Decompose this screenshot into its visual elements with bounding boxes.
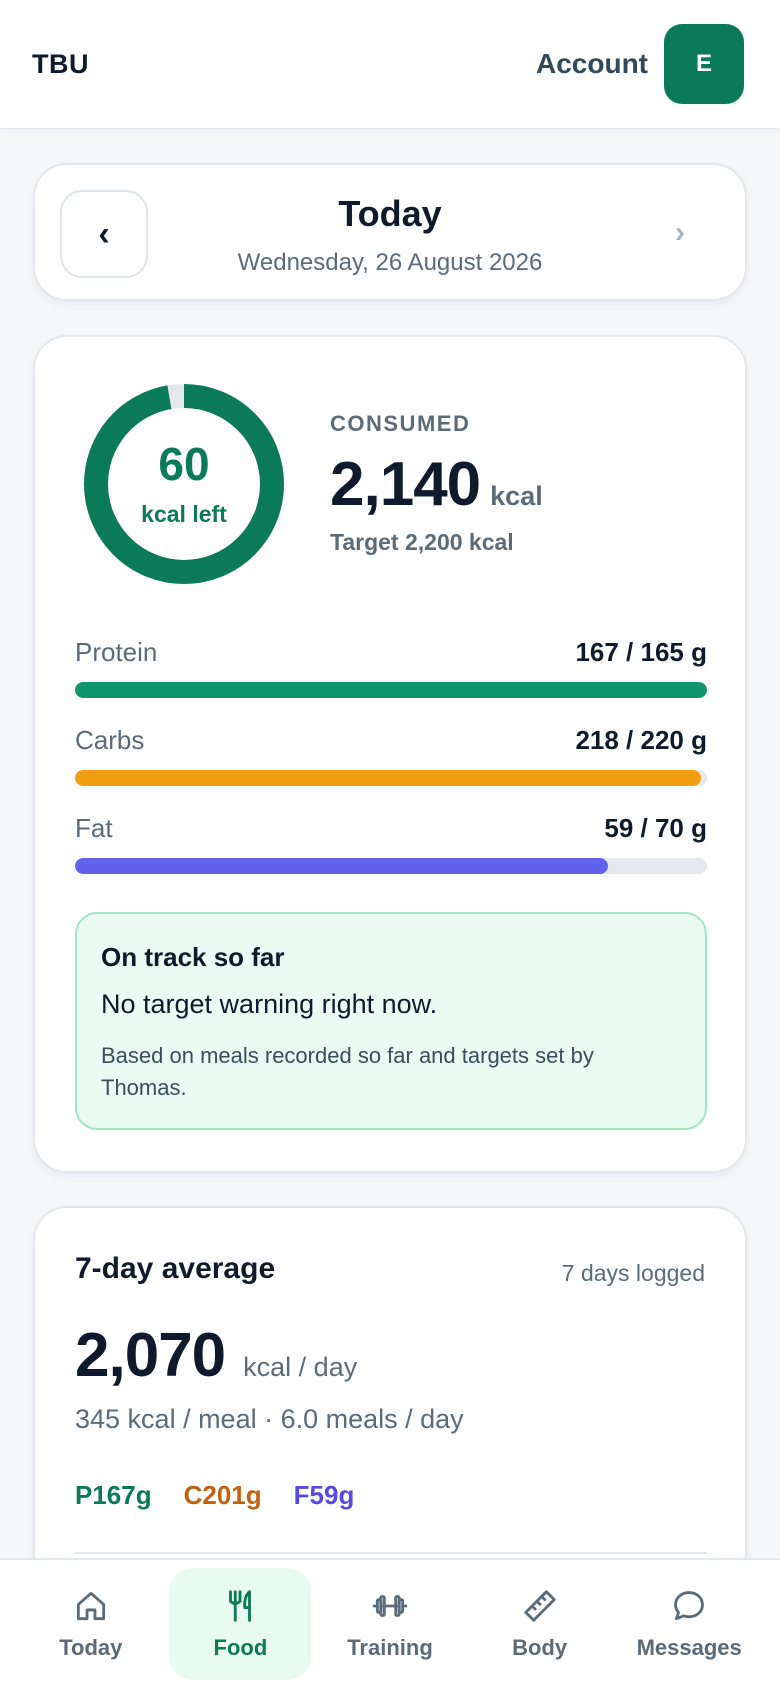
calorie-target: Target 2,200 kcal bbox=[330, 529, 514, 555]
average-row: 2,070 kcal / day bbox=[75, 1320, 357, 1391]
notice-title: On track so far bbox=[101, 942, 285, 972]
date-navigator: ‹ Today Wednesday, 26 August 2026 › bbox=[33, 163, 747, 301]
nav-label: Food bbox=[213, 1635, 268, 1660]
brand-logo[interactable]: TBU bbox=[32, 49, 89, 80]
consumed-value: 2,140 bbox=[330, 450, 481, 519]
ruler-icon bbox=[523, 1590, 556, 1622]
nav-food[interactable]: Food bbox=[169, 1568, 312, 1680]
bottom-nav: Today Food Training Body Messages bbox=[0, 1558, 780, 1688]
macro-value: 59 / 70 g bbox=[604, 813, 707, 843]
macro-name: Protein bbox=[75, 637, 158, 667]
daily-summary-card: 60 kcal left CONSUMED 2,140 kcal Target … bbox=[33, 335, 747, 1173]
macro-progress-track bbox=[75, 770, 707, 786]
ring-center: 60 kcal left bbox=[75, 375, 293, 593]
nav-today[interactable]: Today bbox=[20, 1568, 162, 1680]
macro-progress-track bbox=[75, 858, 707, 874]
nav-training[interactable]: Training bbox=[319, 1568, 461, 1680]
nav-label: Messages bbox=[636, 1635, 742, 1660]
average-title: 7-day average bbox=[75, 1252, 276, 1285]
notice-footnote: Based on meals recorded so far and targe… bbox=[101, 1043, 594, 1100]
average-protein: P167g bbox=[75, 1480, 152, 1510]
notice-text: No target warning right now. bbox=[101, 989, 438, 1019]
consumed-label: CONSUMED bbox=[330, 411, 471, 436]
consumed-unit: kcal bbox=[490, 481, 543, 511]
nav-label: Training bbox=[347, 1635, 433, 1660]
macro-progress-fill bbox=[75, 682, 707, 698]
next-day-button[interactable]: › bbox=[665, 208, 695, 258]
average-meta: 345 kcal / meal · 6.0 meals / day bbox=[75, 1404, 464, 1434]
macro-name: Fat bbox=[75, 813, 113, 843]
average-fat: F59g bbox=[293, 1480, 355, 1510]
dumbbell-icon bbox=[372, 1595, 408, 1617]
macro-name: Carbs bbox=[75, 725, 145, 755]
home-icon bbox=[76, 1591, 105, 1621]
status-notice: On track so far No target warning right … bbox=[75, 912, 707, 1130]
average-macros: P167g C201g F59g bbox=[75, 1480, 354, 1511]
kcal-left-value: 60 bbox=[158, 437, 210, 490]
consumed-row: 2,140 kcal bbox=[330, 449, 543, 520]
header-actions: Account E bbox=[536, 24, 744, 104]
macro-value: 218 / 220 g bbox=[575, 725, 707, 755]
macro-fat: Fat 59 / 70 g bbox=[75, 813, 707, 874]
macro-progress-fill bbox=[75, 858, 608, 874]
divider bbox=[75, 1552, 707, 1554]
nav-label: Today bbox=[59, 1635, 123, 1660]
nav-body[interactable]: Body bbox=[469, 1568, 611, 1680]
date-subtitle: Wednesday, 26 August 2026 bbox=[237, 249, 543, 276]
chat-bubble-icon bbox=[674, 1591, 705, 1621]
macro-progress-fill bbox=[75, 770, 701, 786]
date-title: Today bbox=[338, 193, 442, 234]
chevron-right-icon: › bbox=[675, 216, 685, 249]
days-logged: 7 days logged bbox=[561, 1260, 705, 1286]
fork-knife-icon bbox=[229, 1590, 252, 1622]
average-value: 2,070 bbox=[75, 1321, 226, 1390]
macro-protein: Protein 167 / 165 g bbox=[75, 637, 707, 698]
nav-label: Body bbox=[512, 1635, 568, 1660]
avatar[interactable]: E bbox=[664, 24, 744, 104]
macro-value: 167 / 165 g bbox=[575, 637, 707, 667]
account-link[interactable]: Account bbox=[536, 48, 648, 80]
average-carbs: C201g bbox=[183, 1480, 262, 1510]
macro-carbs: Carbs 218 / 220 g bbox=[75, 725, 707, 786]
kcal-left-label: kcal left bbox=[141, 500, 227, 527]
average-unit: kcal / day bbox=[243, 1352, 358, 1382]
nav-messages[interactable]: Messages bbox=[618, 1568, 760, 1680]
app-header: TBU Account E bbox=[0, 0, 780, 129]
macro-progress-track bbox=[75, 682, 707, 698]
